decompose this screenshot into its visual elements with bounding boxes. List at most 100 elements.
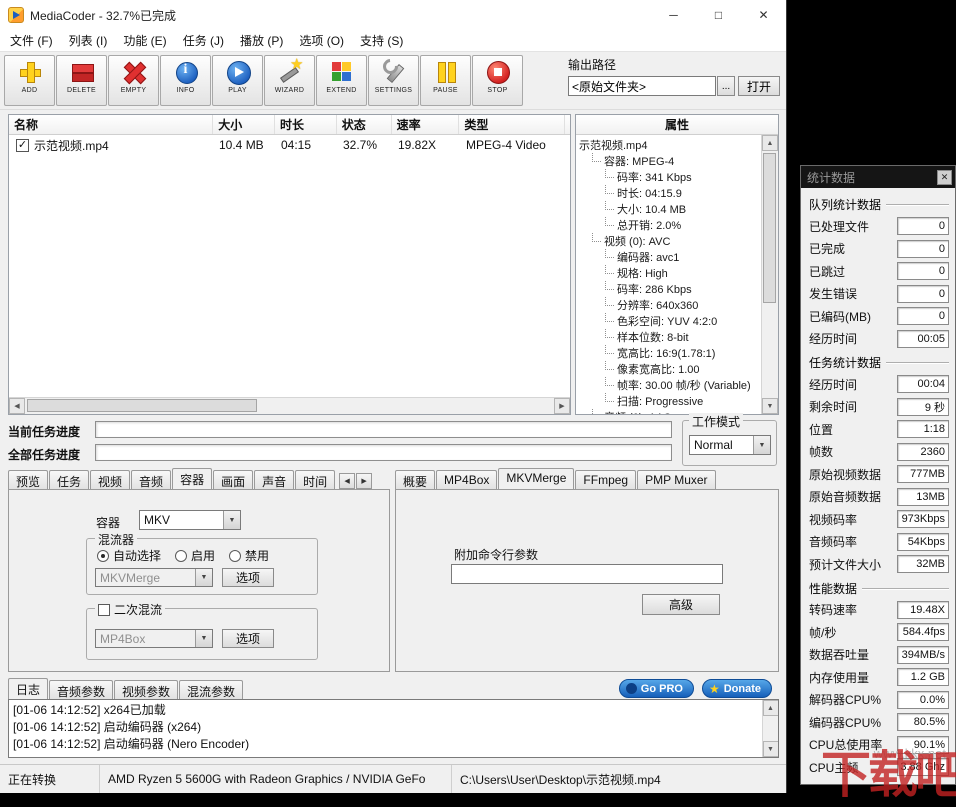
tab-视频[interactable]: 视频 (90, 470, 130, 489)
tree-item[interactable]: 像素宽高比: 1.00 (576, 361, 761, 377)
tree-item[interactable]: 时长: 04:15.9 (576, 185, 761, 201)
secondary-muxer-select[interactable]: MP4Box ▼ (95, 629, 213, 648)
scroll-left-button[interactable]: ◀ (9, 398, 25, 414)
toolbar-button-extend[interactable]: EXTEND (316, 55, 367, 106)
logtab-混流参数[interactable]: 混流参数 (179, 680, 243, 699)
dropdown-arrow-icon[interactable]: ▼ (195, 630, 212, 647)
scroll-thumb[interactable] (27, 399, 257, 412)
tab-画面[interactable]: 画面 (213, 470, 253, 489)
secondary-options-button[interactable]: 选项 (222, 629, 274, 648)
tree-item[interactable]: 总开销: 2.0% (576, 217, 761, 233)
file-row[interactable]: ✓示范视频.mp410.4 MB04:1532.7%19.82XMPEG-4 V… (9, 135, 570, 155)
dropdown-arrow-icon[interactable]: ▼ (223, 511, 240, 529)
menu-item-文件 (F)[interactable]: 文件 (F) (2, 29, 61, 52)
toolbar-button-pause[interactable]: PAUSE (420, 55, 471, 106)
subtab-MP4Box[interactable]: MP4Box (436, 470, 497, 489)
scroll-track[interactable] (25, 398, 554, 414)
browse-button[interactable]: ... (717, 76, 735, 96)
container-select[interactable]: MKV ▼ (139, 510, 241, 530)
tree-item[interactable]: 编码器: avc1 (576, 249, 761, 265)
toolbar-button-stop[interactable]: STOP (472, 55, 523, 106)
radio-自动选择[interactable]: 自动选择 (97, 547, 161, 564)
column-header-类型[interactable]: 类型 (459, 115, 565, 134)
scroll-down-button[interactable]: ▼ (762, 398, 778, 414)
toolbar-button-delete[interactable]: DELETE (56, 55, 107, 106)
tree-item[interactable]: 视频 (0): AVC (576, 233, 761, 249)
scroll-up-button[interactable]: ▲ (763, 700, 779, 716)
toolbar-button-info[interactable]: INFO (160, 55, 211, 106)
scroll-up-button[interactable]: ▲ (762, 135, 778, 151)
maximize-button[interactable]: □ (696, 0, 741, 30)
scroll-track[interactable] (762, 151, 778, 398)
menu-item-列表 (I)[interactable]: 列表 (I) (61, 29, 116, 52)
tree-item[interactable]: 码率: 341 Kbps (576, 169, 761, 185)
tab-时间[interactable]: 时间 (295, 470, 335, 489)
subtab-FFmpeg[interactable]: FFmpeg (575, 470, 636, 489)
file-list-hscrollbar[interactable]: ◀ ▶ (9, 397, 570, 414)
tree-item[interactable]: 大小: 10.4 MB (576, 201, 761, 217)
cmdline-input[interactable] (451, 564, 723, 584)
tree-item[interactable]: 宽高比: 16:9(1.78:1) (576, 345, 761, 361)
tab-预览[interactable]: 预览 (8, 470, 48, 489)
tree-item[interactable]: 扫描: Progressive (576, 393, 761, 409)
menu-item-功能 (E)[interactable]: 功能 (E) (115, 29, 174, 52)
muxer-options-button[interactable]: 选项 (222, 568, 274, 587)
menu-item-播放 (P)[interactable]: 播放 (P) (232, 29, 291, 52)
work-mode-select[interactable]: Normal ▼ (689, 435, 771, 455)
minimize-button[interactable]: ─ (651, 0, 696, 30)
column-header-速率[interactable]: 速率 (392, 115, 460, 134)
radio-icon (175, 550, 187, 562)
scroll-down-button[interactable]: ▼ (763, 741, 779, 757)
properties-vscrollbar[interactable]: ▲ ▼ (761, 135, 778, 414)
tree-item[interactable]: 码率: 286 Kbps (576, 281, 761, 297)
tab-容器[interactable]: 容器 (172, 468, 212, 489)
tree-item[interactable]: 容器: MPEG-4 (576, 153, 761, 169)
muxer-select[interactable]: MKVMerge ▼ (95, 568, 213, 587)
subtab-PMP Muxer[interactable]: PMP Muxer (637, 470, 715, 489)
tree-item[interactable]: 色彩空间: YUV 4:2:0 (576, 313, 761, 329)
tree-item[interactable]: 分辨率: 640x360 (576, 297, 761, 313)
menu-item-任务 (J)[interactable]: 任务 (J) (175, 29, 232, 52)
scroll-right-button[interactable]: ▶ (554, 398, 570, 414)
output-path-input[interactable] (568, 76, 716, 96)
tree-item[interactable]: 帧率: 30.00 帧/秒 (Variable) (576, 377, 761, 393)
column-header-时长[interactable]: 时长 (275, 115, 337, 134)
tree-item[interactable]: 样本位数: 8-bit (576, 329, 761, 345)
close-button[interactable]: ✕ (741, 0, 786, 30)
dropdown-arrow-icon[interactable]: ▼ (195, 569, 212, 586)
tab-音频[interactable]: 音频 (131, 470, 171, 489)
secondary-mux-checkbox[interactable] (98, 604, 110, 616)
file-checkbox[interactable]: ✓ (16, 139, 29, 152)
advanced-button[interactable]: 高级 (642, 594, 720, 615)
toolbar-button-settings[interactable]: SETTINGS (368, 55, 419, 106)
statistics-close-button[interactable]: ✕ (937, 170, 952, 185)
toolbar-button-wizard[interactable]: WIZARD (264, 55, 315, 106)
column-header-名称[interactable]: 名称 (9, 115, 213, 134)
tab-scroll-left-button[interactable]: ◀ (339, 473, 355, 489)
tab-scroll-right-button[interactable]: ▶ (356, 473, 372, 489)
open-button[interactable]: 打开 (738, 76, 780, 96)
toolbar-button-add[interactable]: ADD (4, 55, 55, 106)
donate-button[interactable]: ★Donate (702, 679, 772, 698)
logtab-视频参数[interactable]: 视频参数 (114, 680, 178, 699)
logtab-音频参数[interactable]: 音频参数 (49, 680, 113, 699)
go-pro-button[interactable]: Go PRO (619, 679, 694, 698)
tree-item[interactable]: 规格: High (576, 265, 761, 281)
radio-启用[interactable]: 启用 (175, 547, 215, 564)
tab-声音[interactable]: 声音 (254, 470, 294, 489)
menu-item-支持 (S)[interactable]: 支持 (S) (352, 29, 411, 52)
subtab-MKVMerge[interactable]: MKVMerge (498, 468, 574, 489)
menu-item-选项 (O)[interactable]: 选项 (O) (291, 29, 352, 52)
logtab-日志[interactable]: 日志 (8, 678, 48, 699)
column-header-状态[interactable]: 状态 (337, 115, 392, 134)
subtab-概要[interactable]: 概要 (395, 470, 435, 489)
log-vscrollbar[interactable]: ▲ ▼ (762, 700, 778, 757)
dropdown-arrow-icon[interactable]: ▼ (753, 436, 770, 454)
tree-item[interactable]: 示范视频.mp4 (576, 137, 761, 153)
toolbar-button-empty[interactable]: EMPTY (108, 55, 159, 106)
scroll-thumb[interactable] (763, 153, 776, 303)
column-header-大小[interactable]: 大小 (213, 115, 275, 134)
tab-任务[interactable]: 任务 (49, 470, 89, 489)
toolbar-button-play[interactable]: PLAY (212, 55, 263, 106)
radio-禁用[interactable]: 禁用 (229, 547, 269, 564)
